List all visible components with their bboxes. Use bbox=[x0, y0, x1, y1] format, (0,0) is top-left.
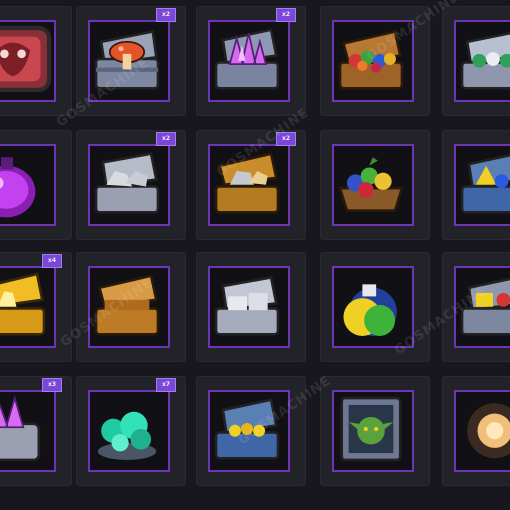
fruit-chest-icon bbox=[338, 29, 404, 90]
treasure-chest-icon bbox=[214, 398, 280, 460]
potion-flask-icon bbox=[343, 284, 397, 336]
slot-6[interactable] bbox=[0, 130, 72, 240]
potion-icon bbox=[0, 157, 36, 218]
slot-11[interactable]: x4 bbox=[0, 252, 72, 362]
gem-chest-icon bbox=[460, 31, 510, 90]
slot-7[interactable]: x2 bbox=[76, 130, 186, 240]
slot-20[interactable] bbox=[442, 376, 510, 486]
slot-19[interactable] bbox=[320, 376, 430, 486]
goblin-portrait-icon bbox=[340, 396, 402, 462]
slot-9[interactable] bbox=[320, 130, 430, 240]
slot-14[interactable] bbox=[320, 252, 430, 362]
slot-4[interactable] bbox=[320, 6, 430, 116]
toy-chest-icon bbox=[460, 277, 510, 336]
slot-8[interactable]: x2 bbox=[196, 130, 306, 240]
emerald-cluster-icon bbox=[97, 411, 157, 460]
dark-orb-icon bbox=[467, 403, 510, 459]
slot-13[interactable] bbox=[196, 252, 306, 362]
ore-chest-icon bbox=[214, 152, 280, 214]
wood-chest-icon bbox=[94, 274, 160, 336]
slot-10[interactable] bbox=[442, 130, 510, 240]
stone-chest-icon bbox=[94, 152, 160, 214]
slot-12[interactable] bbox=[76, 252, 186, 362]
slot-15[interactable] bbox=[442, 252, 510, 362]
slot-16[interactable]: x3 bbox=[0, 376, 72, 486]
stone-block-chest-icon bbox=[214, 275, 280, 336]
slot-3[interactable]: x2 bbox=[196, 6, 306, 116]
inventory-grid: x2 x2 x2 x2 x4 x3 x7 GOSMACHINE bbox=[0, 0, 510, 510]
slot-17[interactable]: x7 bbox=[76, 376, 186, 486]
fruit-basket-icon bbox=[338, 157, 404, 212]
slot-5[interactable] bbox=[442, 6, 510, 116]
slot-2[interactable]: x2 bbox=[76, 6, 186, 116]
slot-18[interactable] bbox=[196, 376, 306, 486]
mask-icon bbox=[0, 25, 52, 93]
slot-1[interactable] bbox=[0, 6, 72, 116]
mushroom-chest-icon bbox=[94, 29, 160, 90]
gold-chest-icon bbox=[0, 272, 46, 336]
crystal-chest-icon bbox=[214, 28, 280, 90]
gold-gem-chest-icon bbox=[460, 153, 510, 214]
crystal-crate-icon bbox=[0, 394, 41, 462]
